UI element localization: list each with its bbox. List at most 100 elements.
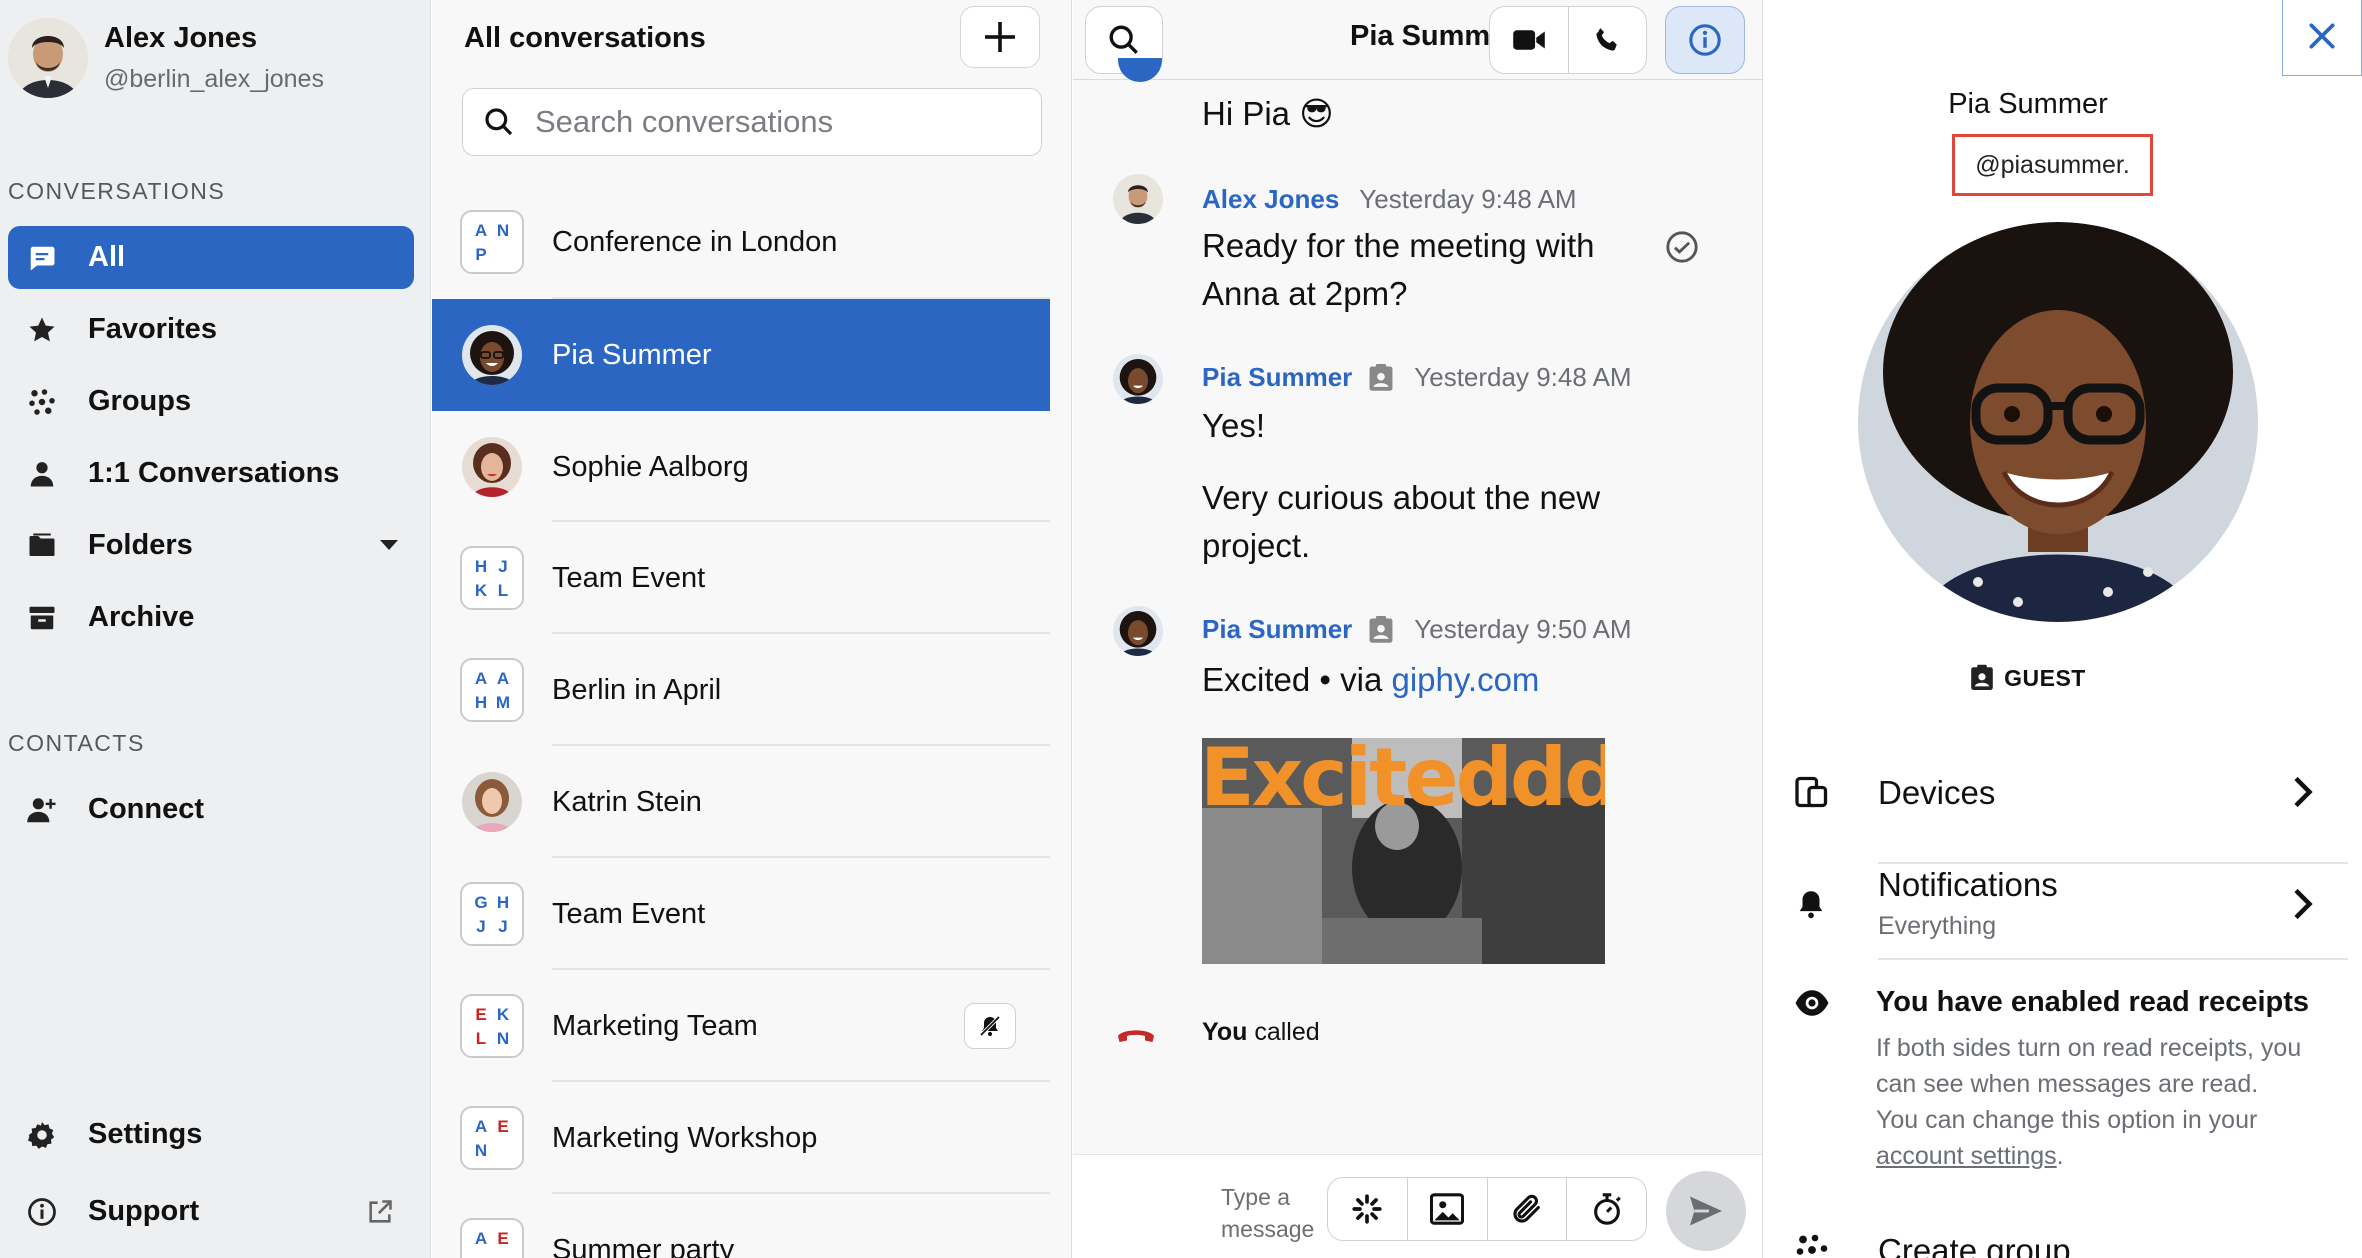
conversation-item[interactable]: AE N Marketing Workshop [432,1082,1050,1194]
paperclip-icon [1513,1194,1540,1223]
conversation-info-button[interactable] [1665,6,1745,74]
read-receipts-title: You have enabled read receipts [1876,986,2310,1018]
sidebar-item-label: Favorites [88,313,217,345]
account-settings-link[interactable]: account settings [1876,1142,2057,1170]
message-sender[interactable]: Pia Summer [1202,614,1352,645]
sidebar-item-groups[interactable]: Groups [8,370,414,433]
read-check-icon [1665,230,1699,269]
ping-icon [1352,1194,1382,1224]
sidebar-item-favorites[interactable]: Favorites [8,298,414,361]
conversation-item-active[interactable]: Pia Summer [432,299,1050,411]
sidebar-item-one-to-one[interactable]: 1:1 Conversations [8,442,414,505]
message-composer: Type a message [1073,1154,1762,1258]
folder-icon [24,528,60,564]
guest-badge-icon [1368,363,1394,392]
notifications-label: Notifications [1878,866,2058,903]
search-icon [485,108,513,136]
timed-message-button[interactable] [1566,1178,1646,1240]
sidebar-item-label: Groups [88,385,192,417]
group-avatar: AE [460,1218,524,1258]
conversation-item[interactable]: AE Summer party [432,1194,1050,1258]
pia-summer-avatar[interactable] [1113,354,1163,404]
contact-photo[interactable] [1858,222,2258,622]
user-profile[interactable]: Alex Jones @berlin_alex_jones [8,18,324,98]
ping-button[interactable] [1328,1178,1407,1240]
conversation-item[interactable]: Katrin Stein [432,746,1050,858]
group-avatar: AN P [460,210,524,274]
sidebar-item-support[interactable]: Support [8,1180,414,1243]
bell-muted-icon [979,1015,1001,1037]
conversation-item[interactable]: Sophie Aalborg [432,411,1050,523]
message-text: Hi Pia 😎 [1202,95,1334,132]
conversation-name: Marketing Team [552,1009,758,1042]
guest-badge-icon [1368,615,1394,644]
message-text: Yes! [1202,407,1266,444]
bell-icon [1794,886,1828,927]
call-actor: You [1202,1018,1248,1046]
message-text: Very curious about the new project. [1202,479,1601,564]
call-log-text: You called [1202,1018,1320,1047]
groups-icon [1794,1232,1830,1258]
conversation-item[interactable]: AN P Conference in London [432,186,1050,298]
user-avatar[interactable] [8,18,88,98]
contact-handle: @piasummer. [1952,134,2153,196]
chevron-down-icon[interactable] [380,540,398,550]
conversation-name: Team Event [552,897,706,930]
conversation-list-title: All conversations [464,22,706,54]
image-upload-button[interactable] [1406,1178,1487,1240]
sophie-aalborg-avatar [462,437,522,497]
pia-summer-avatar [462,325,522,385]
conversation-name: Team Event [552,561,706,594]
group-avatar: HJ KL [460,546,524,610]
search-box[interactable] [462,88,1042,156]
message-time: Yesterday 9:50 AM [1414,614,1632,644]
contact-name: Pia Summer [1948,88,2108,120]
message-text: Excited • via giphy.com [1202,656,1539,704]
conversation-item[interactable]: HJ KL Team Event [432,522,1050,634]
chevron-right-icon [2288,886,2316,927]
devices-row[interactable]: Devices [1764,760,2362,866]
message-sender[interactable]: Pia Summer [1202,362,1352,393]
divider [1878,862,2348,864]
avatar-partial [1118,58,1162,90]
sidebar-item-label: All [88,241,126,273]
sidebar-item-connect[interactable]: Connect [8,778,414,841]
search-input[interactable] [535,104,1015,140]
message-input[interactable]: Type a message [1221,1181,1321,1245]
pia-summer-avatar[interactable] [1113,606,1163,656]
message-sender[interactable]: Alex Jones [1202,184,1339,215]
conversation-name: Conference in London [552,225,838,258]
sidebar-item-all[interactable]: All [8,226,414,289]
add-person-icon [24,792,60,828]
sidebar-item-label: Connect [88,793,204,825]
sidebar-item-folders[interactable]: Folders [8,514,414,577]
gif-caption: Exciteddd [1202,738,1605,824]
create-group-button[interactable]: Create group [1878,1232,2071,1258]
muted-badge[interactable] [964,1003,1016,1049]
video-camera-icon [1512,30,1545,50]
conversation-item[interactable]: EK LN Marketing Team [432,970,1050,1082]
conversation-name: Berlin in April [552,673,722,706]
new-conversation-button[interactable] [960,6,1040,68]
giphy-link[interactable]: giphy.com [1391,661,1539,698]
gif-image[interactable]: Exciteddd [1202,738,1605,964]
external-link-icon [366,1198,394,1231]
read-receipts-description: If both sides turn on read receipts, you… [1876,1034,2302,1170]
sidebar-item-settings[interactable]: Settings [8,1103,414,1166]
close-panel-button[interactable] [2282,0,2362,76]
audio-call-button[interactable] [1567,7,1647,73]
hang-up-icon [1115,1018,1157,1053]
conversation-item[interactable]: GH JJ Team Event [432,858,1050,970]
alex-jones-avatar[interactable] [1113,174,1163,224]
attach-file-button[interactable] [1486,1178,1567,1240]
sidebar-item-label: Archive [88,601,195,633]
search-icon [1109,25,1138,54]
group-avatar: EK LN [460,994,524,1058]
send-button[interactable] [1666,1171,1746,1251]
chevron-right-icon [2288,774,2316,815]
sidebar-item-label: Folders [88,529,193,561]
notifications-row[interactable]: Notifications Everything [1764,866,2362,958]
sidebar-item-archive[interactable]: Archive [8,586,414,649]
conversation-item[interactable]: AA HM Berlin in April [432,634,1050,746]
video-call-button[interactable] [1490,7,1568,73]
